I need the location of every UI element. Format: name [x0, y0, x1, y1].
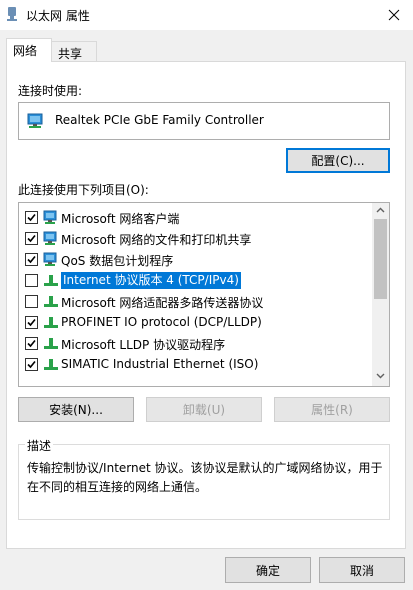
- description-text: 传输控制协议/Internet 协议。该协议是默认的广域网络协议，用于在不同的相…: [27, 461, 383, 494]
- list-item[interactable]: SIMATIC Industrial Ethernet (ISO): [19, 354, 371, 375]
- list-item[interactable]: Microsoft 网络的文件和打印机共享: [19, 228, 371, 249]
- adapter-name: Realtek PCIe GbE Family Controller: [55, 113, 264, 127]
- tab-sharing[interactable]: 共享: [51, 41, 97, 63]
- list-item[interactable]: Microsoft 网络客户端: [19, 207, 371, 228]
- protocol-icon: [44, 359, 58, 370]
- protocol-icon: [44, 317, 58, 328]
- item-label: PROFINET IO protocol (DCP/LLDP): [61, 315, 262, 329]
- network-client-icon: [43, 210, 57, 224]
- list-item[interactable]: Microsoft 网络适配器多路传送器协议: [19, 291, 371, 312]
- ok-button[interactable]: 确定: [225, 557, 311, 583]
- item-checkbox[interactable]: [25, 274, 38, 287]
- item-label: Microsoft LLDP 协议驱动程序: [61, 338, 226, 352]
- list-item[interactable]: QoS 数据包计划程序: [19, 249, 371, 270]
- item-checkbox[interactable]: [25, 211, 38, 224]
- install-button[interactable]: 安装(N)...: [18, 397, 134, 422]
- item-label: SIMATIC Industrial Ethernet (ISO): [61, 357, 259, 371]
- tab-panel: 连接时使用: Realtek PCIe GbE Family Controlle…: [6, 61, 406, 549]
- item-label: QoS 数据包计划程序: [61, 254, 174, 268]
- description-title: 描述: [25, 437, 54, 454]
- network-client-icon: [43, 231, 57, 245]
- list-item[interactable]: PROFINET IO protocol (DCP/LLDP): [19, 312, 371, 333]
- item-checkbox[interactable]: [25, 253, 38, 266]
- list-item[interactable]: Internet 协议版本 4 (TCP/IPv4): [19, 270, 371, 291]
- items-label: 此连接使用下列项目(O):: [18, 183, 149, 197]
- app-icon: [7, 7, 17, 21]
- item-label: Microsoft 网络适配器多路传送器协议: [61, 296, 264, 310]
- protocol-icon: [44, 296, 58, 307]
- item-checkbox[interactable]: [25, 358, 38, 371]
- protocol-icon: [44, 275, 58, 286]
- adapter-box: Realtek PCIe GbE Family Controller: [18, 102, 390, 140]
- window-title: 以太网 属性: [26, 9, 90, 23]
- item-checkbox[interactable]: [25, 295, 38, 308]
- tab-sharing-label: 共享: [58, 47, 83, 61]
- configure-button[interactable]: 配置(C)...: [286, 148, 390, 173]
- chevron-down-icon[interactable]: [376, 373, 385, 379]
- title-bar: 以太网 属性: [0, 0, 413, 30]
- protocol-icon: [44, 338, 58, 349]
- scrollbar-thumb[interactable]: [374, 219, 387, 299]
- network-client-icon: [43, 252, 57, 266]
- tab-network-label: 网络: [13, 44, 38, 58]
- item-label: Internet 协议版本 4 (TCP/IPv4): [61, 272, 241, 289]
- properties-button[interactable]: 属性(R): [274, 397, 390, 422]
- list-scrollbar[interactable]: [372, 203, 389, 386]
- description-group: 描述 传输控制协议/Internet 协议。该协议是默认的广域网络协议，用于在不…: [18, 437, 390, 520]
- tab-network[interactable]: 网络: [6, 38, 52, 62]
- network-adapter-icon: [27, 113, 43, 128]
- close-icon[interactable]: [383, 4, 405, 26]
- item-label: Microsoft 网络的文件和打印机共享: [61, 233, 252, 247]
- items-list[interactable]: Microsoft 网络客户端 Microsoft 网络的文件和打印机共享 Qo…: [18, 202, 390, 387]
- cancel-button[interactable]: 取消: [319, 557, 405, 583]
- item-checkbox[interactable]: [25, 316, 38, 329]
- list-item[interactable]: Microsoft LLDP 协议驱动程序: [19, 333, 371, 354]
- connect-using-label: 连接时使用:: [18, 84, 83, 98]
- uninstall-button[interactable]: 卸载(U): [146, 397, 262, 422]
- item-label: Microsoft 网络客户端: [61, 212, 180, 226]
- chevron-up-icon[interactable]: [376, 207, 385, 213]
- item-checkbox[interactable]: [25, 337, 38, 350]
- item-checkbox[interactable]: [25, 232, 38, 245]
